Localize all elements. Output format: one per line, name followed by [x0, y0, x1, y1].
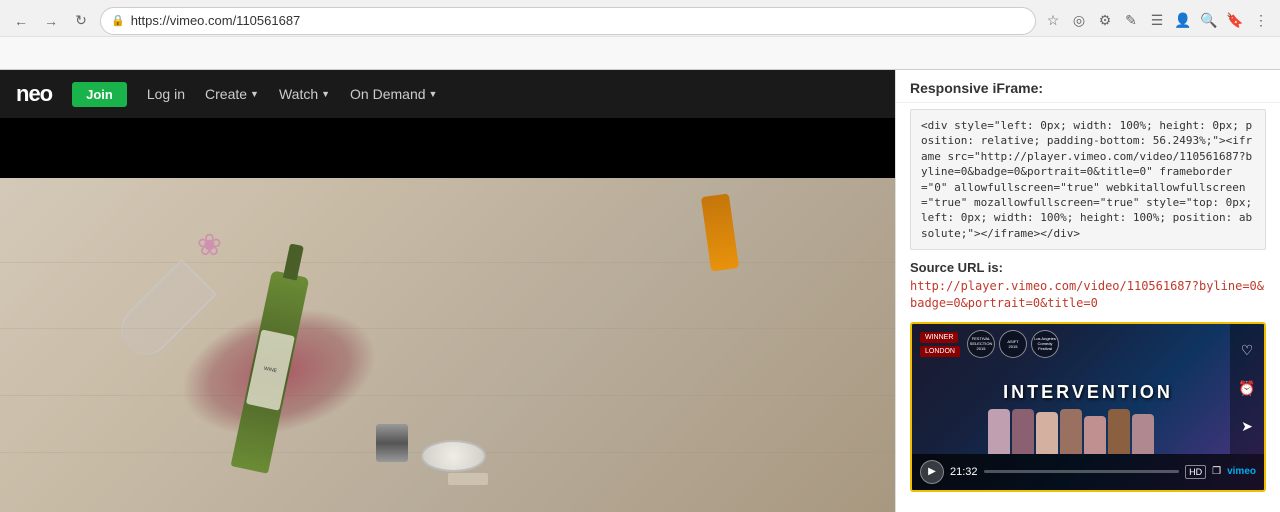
create-chevron-icon: ▼	[250, 89, 259, 99]
fullscreen-icon[interactable]: ❐	[1212, 466, 1221, 477]
url-text: https://vimeo.com/110561687	[131, 13, 1025, 28]
ondemand-label: On Demand	[350, 86, 425, 102]
winner-badge: WINNER	[920, 332, 958, 343]
forward-button[interactable]: →	[38, 8, 64, 34]
share-icon[interactable]: ➤	[1233, 413, 1261, 441]
person-icon[interactable]: 👤	[1172, 10, 1194, 32]
london-badge: LONDON	[920, 346, 960, 357]
search-icon[interactable]: 🔍	[1198, 10, 1220, 32]
back-button[interactable]: ←	[8, 8, 34, 34]
person-6	[1108, 409, 1130, 454]
join-button[interactable]: Join	[72, 82, 127, 107]
video-controls: ▶ 21:32 HD ❐ vimeo	[912, 454, 1264, 490]
login-link[interactable]: Log in	[147, 86, 185, 102]
black-letterbox	[0, 118, 895, 178]
cigarettes	[448, 473, 488, 485]
person-7	[1132, 414, 1154, 454]
panel-header: Responsive iFrame:	[896, 70, 1280, 103]
source-url-link[interactable]: http://player.vimeo.com/video/110561687?…	[910, 278, 1266, 312]
hd-badge: HD	[1185, 465, 1206, 479]
person-4	[1060, 409, 1082, 454]
source-url-section: Source URL is: http://player.vimeo.com/v…	[896, 256, 1280, 318]
settings-icon[interactable]: ☰	[1146, 10, 1168, 32]
create-link[interactable]: Create ▼	[205, 86, 259, 102]
video-still: ❀ WINE	[0, 118, 895, 512]
vimeo-logo-text: neo	[16, 81, 52, 106]
people-row	[912, 404, 1230, 454]
festival-badges: FESTIVALSELECTION2015 ASIFT2015 Los Ange…	[967, 330, 1059, 358]
play-button[interactable]: ▶	[920, 460, 944, 484]
movie-title: INTERVENTION	[912, 382, 1264, 403]
bookmark-icon[interactable]: 🔖	[1224, 10, 1246, 32]
flower: ❀	[197, 228, 247, 268]
vimeo-logo-small: vimeo	[1227, 466, 1256, 477]
side-actions: ♡ ⏰ ➤	[1230, 324, 1264, 454]
content-area: neo Join Log in Create ▼ Watch ▼ On Dema…	[0, 70, 1280, 512]
browser-toolbar	[0, 36, 1280, 69]
create-label: Create	[205, 86, 247, 102]
person-2	[1012, 409, 1034, 454]
beer-can	[376, 424, 408, 462]
festival-badge-3: Los AngelesComedyFestival	[1031, 330, 1059, 358]
lock-icon: 🔒	[111, 14, 125, 27]
time-display: 21:32	[950, 466, 978, 478]
watch-label: Watch	[279, 86, 318, 102]
pencil-icon[interactable]: ✎	[1120, 10, 1142, 32]
ondemand-link[interactable]: On Demand ▼	[350, 86, 437, 102]
reload-button[interactable]: ↻	[68, 8, 94, 34]
watch-chevron-icon: ▼	[321, 89, 330, 99]
watch-link[interactable]: Watch ▼	[279, 86, 330, 102]
browser-actions: ☆ ◎ ⚙ ✎ ☰ 👤 🔍 🔖 ⋮	[1042, 10, 1272, 32]
panel-title: Responsive iFrame:	[910, 80, 1043, 96]
browser-chrome: ← → ↻ 🔒 https://vimeo.com/110561687 ☆ ◎ …	[0, 0, 1280, 70]
ondemand-chevron-icon: ▼	[429, 89, 438, 99]
address-bar[interactable]: 🔒 https://vimeo.com/110561687	[100, 7, 1036, 35]
person-3	[1036, 412, 1058, 454]
clock-icon[interactable]: ⏰	[1233, 375, 1261, 403]
star-icon[interactable]: ☆	[1042, 10, 1064, 32]
festival-badge-2: ASIFT2015	[999, 330, 1027, 358]
vimeo-logo: neo	[16, 81, 52, 107]
person-1	[988, 409, 1010, 454]
menu-icon[interactable]: ⋮	[1250, 10, 1272, 32]
festival-badge-1: FESTIVALSELECTION2015	[967, 330, 995, 358]
source-url-label: Source URL is:	[910, 260, 1266, 275]
ashtray	[421, 440, 486, 472]
iframe-code[interactable]: <div style="left: 0px; width: 100%; heig…	[910, 109, 1266, 250]
progress-bar[interactable]	[984, 470, 1180, 473]
person-5	[1084, 416, 1106, 454]
video-thumbnail: WINNER LONDON FESTIVALSELECTION2015 ASIF…	[910, 322, 1266, 492]
nav-buttons: ← → ↻	[8, 8, 94, 34]
video-area: ❀ WINE	[0, 118, 895, 512]
wine-scene: ❀ WINE	[0, 178, 895, 512]
vimeo-nav: neo Join Log in Create ▼ Watch ▼ On Dema…	[0, 70, 895, 118]
heart-icon[interactable]: ♡	[1233, 337, 1261, 365]
right-panel: Responsive iFrame: <div style="left: 0px…	[895, 70, 1280, 512]
login-label: Log in	[147, 86, 185, 102]
browser-top-bar: ← → ↻ 🔒 https://vimeo.com/110561687 ☆ ◎ …	[0, 0, 1280, 36]
orange-bottle	[701, 193, 739, 271]
puzzle-icon[interactable]: ⚙	[1094, 10, 1116, 32]
extensions-icon[interactable]: ◎	[1068, 10, 1090, 32]
vimeo-panel: neo Join Log in Create ▼ Watch ▼ On Dema…	[0, 70, 895, 512]
